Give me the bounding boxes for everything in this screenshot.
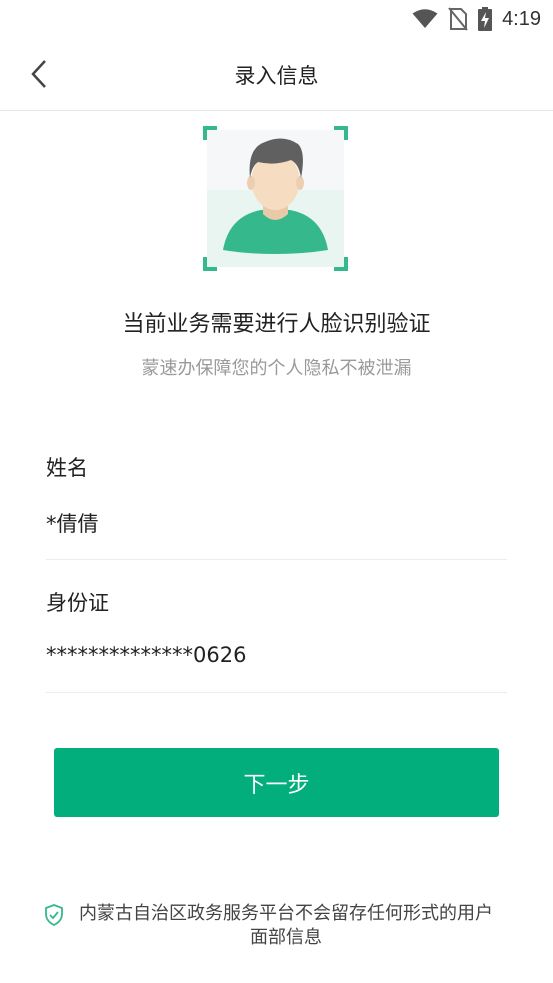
privacy-subtitle: 蒙速办保障您的个人隐私不被泄漏 [141, 358, 412, 379]
name-value: *倩倩 [46, 512, 99, 536]
page-title: 录入信息 [234, 64, 319, 88]
no-sim-icon [448, 7, 468, 31]
app-header: 录入信息 [0, 40, 553, 111]
privacy-notice: 内蒙古自治区政务服务平台不会留存任何形式的用户面部信息 [44, 902, 514, 950]
status-bar: 4:19 [0, 0, 553, 40]
next-button[interactable]: 下一步 [54, 748, 499, 817]
wifi-icon [412, 9, 438, 28]
divider [46, 692, 507, 693]
status-time: 4:19 [502, 7, 541, 30]
divider [46, 559, 507, 560]
battery-charging-icon [478, 7, 493, 31]
status-icons: 4:19 [412, 6, 541, 32]
id-label: 身份证 [46, 591, 109, 615]
face-scan-icon [203, 126, 348, 271]
face-verification-prompt: 当前业务需要进行人脸识别验证 [122, 312, 431, 337]
face-scan-illustration [203, 126, 348, 271]
id-value: **************0626 [46, 643, 247, 667]
name-label: 姓名 [46, 456, 88, 480]
shield-check-icon [45, 904, 63, 926]
privacy-text: 内蒙古自治区政务服务平台不会留存任何形式的用户面部信息 [79, 903, 493, 948]
